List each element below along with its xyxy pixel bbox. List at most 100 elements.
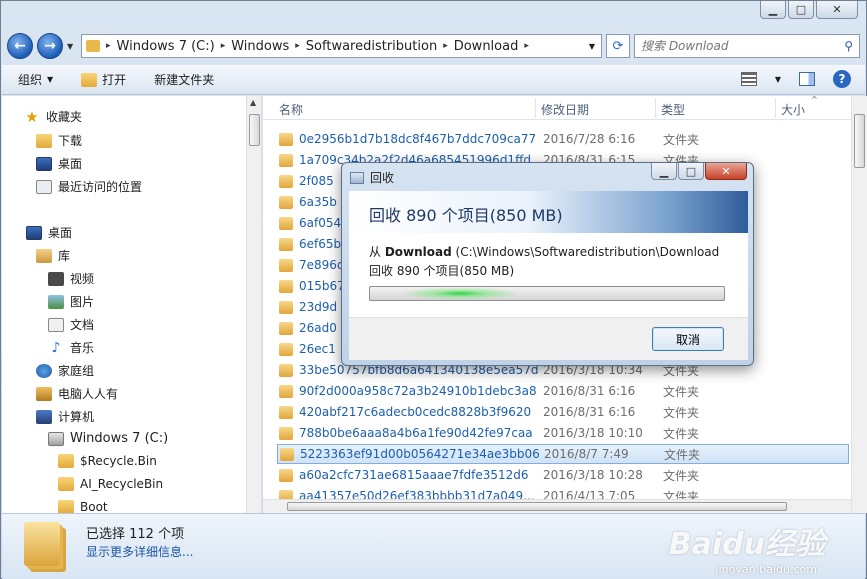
column-size[interactable]: 大小 [781, 101, 805, 118]
nav-folder[interactable]: $Recycle.Bin [58, 454, 157, 468]
recent-pages-dropdown-icon[interactable]: ▼ [67, 42, 77, 51]
address-bar[interactable]: ▸ Windows 7 (C:) ▸ Windows ▸ Softwaredistr… [81, 34, 602, 58]
file-row[interactable]: 0e2956b1d7b18dc8f467b7ddc709ca77 2016/7/2… [277, 129, 849, 149]
chevron-right-icon[interactable]: ▸ [106, 41, 111, 51]
dialog-close-button[interactable]: ✕ [705, 163, 747, 180]
recycle-progress-dialog: 回收 ▁ □ ✕ 回收 890 个项目(850 MB) 从 Download (… [341, 162, 754, 366]
chevron-right-icon[interactable]: ▸ [443, 41, 448, 51]
nav-label: Windows 7 (C:) [70, 431, 169, 446]
column-type[interactable]: 类型 [661, 101, 685, 118]
file-row[interactable]: 90f2d000a958c72a3b24910b1debc3a8 2016/8/3… [277, 381, 849, 401]
folder-icon [279, 195, 293, 209]
recent-places-icon [36, 179, 52, 194]
nav-label: $Recycle.Bin [80, 454, 157, 468]
folder-icon [279, 384, 293, 398]
chevron-right-icon[interactable]: ▸ [524, 41, 529, 51]
file-name: 90f2d000a958c72a3b24910b1debc3a8 [299, 384, 537, 398]
horizontal-scrollbar[interactable] [263, 499, 851, 513]
close-button[interactable]: ✕ [816, 1, 858, 19]
breadcrumb-segment[interactable]: Windows ▸ [231, 39, 300, 54]
scroll-up-icon[interactable]: ▲ [250, 98, 256, 107]
cancel-button[interactable]: 取消 [652, 327, 724, 351]
column-separator[interactable] [775, 98, 776, 118]
breadcrumb-segment[interactable]: Softwaredistribution ▸ [306, 39, 448, 54]
column-name[interactable]: 名称 [279, 101, 303, 118]
file-row[interactable]: 420abf217c6adecb0cedc8828b3f9620 2016/8/3… [277, 402, 849, 422]
nav-desktop[interactable]: 桌面 [26, 224, 72, 241]
file-name: 788b0be6aaa8a4b6a1fe90d42fe97caa [299, 426, 533, 440]
selection-count: 已选择 112 个项 [86, 527, 185, 542]
search-box[interactable]: ⚲ [634, 34, 860, 58]
minimize-button[interactable]: ▁ [760, 1, 786, 19]
nav-computer[interactable]: 计算机 [36, 408, 94, 425]
command-bar: 组织 ▼ 打开 新建文件夹 ▼ ? [2, 65, 865, 95]
nav-user[interactable]: 电脑人人有 [36, 385, 118, 402]
view-dropdown-icon[interactable]: ▼ [775, 75, 781, 84]
new-folder-button[interactable]: 新建文件夹 [154, 71, 214, 88]
nav-drive-c[interactable]: Windows 7 (C:) [48, 431, 168, 446]
nav-videos[interactable]: 视频 [48, 270, 94, 287]
library-icon [36, 248, 52, 263]
scrollbar-thumb[interactable] [249, 114, 260, 146]
nav-label: 文档 [70, 318, 95, 332]
nav-documents[interactable]: 文档 [48, 316, 94, 333]
nav-folder[interactable]: AI_RecycleBin [58, 477, 163, 491]
nav-downloads[interactable]: 下载 [36, 132, 82, 149]
nav-pictures[interactable]: 图片 [48, 293, 94, 310]
dialog-window-controls: ▁ □ ✕ [651, 163, 747, 180]
back-button[interactable]: ← [7, 33, 33, 59]
nav-homegroup[interactable]: 家庭组 [36, 362, 94, 379]
file-date: 2016/3/18 10:10 [543, 426, 643, 440]
scrollbar-thumb[interactable] [287, 502, 787, 511]
folder-icon [279, 426, 293, 440]
folder-icon [279, 300, 293, 314]
nav-music[interactable]: ♪ 音乐 [48, 339, 94, 356]
homegroup-icon [36, 363, 52, 378]
preview-pane-icon[interactable] [799, 72, 815, 86]
file-row-selected[interactable]: 5223363ef91d00b0564271e34ae3bb06 2016/8/7… [277, 444, 849, 464]
show-more-details-link[interactable]: 显示更多详细信息... [86, 543, 193, 560]
chevron-right-icon[interactable]: ▸ [221, 41, 226, 51]
search-input[interactable] [641, 39, 845, 53]
downloads-folder-icon [36, 133, 52, 148]
music-icon: ♪ [51, 339, 61, 356]
refresh-button[interactable]: ⟳ [606, 34, 630, 58]
dialog-heading: 回收 890 个项目(850 MB) [369, 206, 563, 225]
forward-button[interactable]: → [37, 33, 63, 59]
chevron-right-icon[interactable]: ▸ [295, 41, 300, 51]
change-view-icon[interactable] [740, 72, 757, 86]
folder-icon [58, 454, 74, 468]
organize-button[interactable]: 组织 ▼ [18, 71, 53, 88]
folder-icon [279, 237, 293, 251]
dialog-minimize-button[interactable]: ▁ [651, 163, 677, 180]
nav-folder[interactable]: Boot [58, 500, 108, 513]
nav-recent-places[interactable]: 最近访问的位置 [36, 178, 142, 195]
scrollbar-thumb[interactable] [854, 114, 865, 168]
help-icon[interactable]: ? [833, 70, 851, 88]
nav-scrollbar[interactable]: ▲ [246, 96, 261, 513]
file-row[interactable]: a60a2cfc731ae6815aaae7fdfe3512d6 2016/3/1… [277, 465, 849, 485]
column-separator[interactable] [655, 98, 656, 118]
source-folder-name: Download [384, 245, 452, 259]
open-button[interactable]: 打开 [81, 71, 126, 88]
file-row[interactable]: 788b0be6aaa8a4b6a1fe90d42fe97caa 2016/3/1… [277, 423, 849, 443]
file-name: 0e2956b1d7b18dc8f467b7ddc709ca77 [299, 132, 537, 146]
nav-libraries[interactable]: 库 [36, 247, 70, 264]
maximize-button[interactable]: □ [788, 1, 814, 19]
address-dropdown-icon[interactable]: ▼ [583, 42, 601, 51]
dialog-body: 从 Download (C:\Windows\Softwaredistribut… [349, 233, 748, 317]
breadcrumb-segment[interactable]: Download ▸ [454, 39, 529, 54]
breadcrumb-segment[interactable]: Windows 7 (C:) ▸ [117, 39, 226, 54]
item-count-line: 回收 890 个项目(850 MB) [369, 264, 515, 278]
folder-open-icon [81, 72, 98, 87]
nav-desktop-favorite[interactable]: 桌面 [36, 155, 82, 172]
breadcrumb-label: Windows 7 (C:) [116, 38, 215, 54]
nav-favorites[interactable]: ★ 收藏夹 [24, 108, 82, 125]
dialog-maximize-button[interactable]: □ [678, 163, 704, 180]
column-separator[interactable] [535, 98, 536, 118]
search-icon[interactable]: ⚲ [844, 39, 853, 53]
folder-icon [279, 342, 293, 356]
window-controls: ▁ □ ✕ [760, 1, 858, 19]
column-date[interactable]: 修改日期 [541, 101, 589, 118]
file-list-scrollbar[interactable] [851, 96, 867, 513]
